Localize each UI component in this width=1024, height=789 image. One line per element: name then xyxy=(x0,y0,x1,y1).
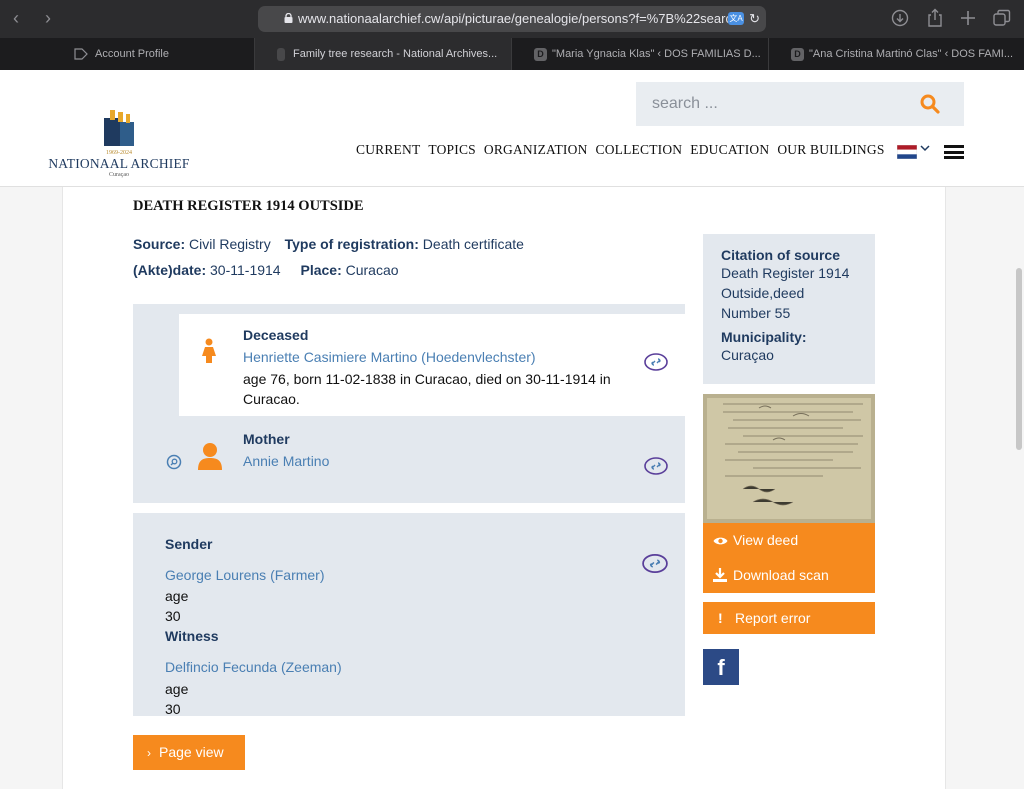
deed-scan-thumbnail[interactable] xyxy=(703,394,875,523)
page-view-label: Page view xyxy=(159,744,224,760)
dos-familias-favicon-icon: D xyxy=(791,48,804,61)
tab-overview-icon[interactable] xyxy=(993,9,1011,27)
logo-name: NATIONAAL ARCHIEF xyxy=(48,156,190,171)
deceased-detail: age 76, born 11-02-1838 in Curacao, died… xyxy=(243,371,611,387)
site-header: 1969-2024 NATIONAAL ARCHIEF Curaçao CURR… xyxy=(0,70,1024,187)
new-tab-icon[interactable] xyxy=(960,10,976,26)
citation-line-2: Outside,deed xyxy=(721,285,805,301)
nav-topics[interactable]: TOPICS xyxy=(428,142,475,158)
dos-familias-favicon-icon: D xyxy=(534,48,547,61)
site-favicon-icon xyxy=(277,48,285,61)
source-label: Source: xyxy=(133,236,186,252)
exclamation-icon: ! xyxy=(718,610,723,626)
nav-collection[interactable]: COLLECTION xyxy=(596,142,683,158)
person-silhouette-icon xyxy=(198,443,222,470)
place-value: Curacao xyxy=(345,262,399,278)
type-label: Type of registration: xyxy=(284,236,419,252)
browser-toolbar: ‹ › www.nationaalarchief.cw/api/picturae… xyxy=(0,0,1024,38)
tab-title: "Ana Cristina Martinó Clas" ‹ DOS FAMI..… xyxy=(809,48,1014,60)
url-text: www.nationaalarchief.cw/api/picturae/gen… xyxy=(298,11,732,26)
tab-bar: Account Profile Family tree research - N… xyxy=(0,38,1024,70)
archive-logo-icon xyxy=(104,110,134,146)
forward-icon[interactable]: › xyxy=(45,9,51,27)
facebook-share-icon[interactable]: f xyxy=(703,649,739,685)
link-icon[interactable] xyxy=(642,553,668,574)
eye-icon xyxy=(713,537,728,545)
netherlands-flag-icon[interactable] xyxy=(897,145,917,159)
citation-heading: Citation of source xyxy=(721,247,841,263)
tab-title: Account Profile xyxy=(95,48,169,60)
share-icon[interactable] xyxy=(926,8,944,28)
download-scan-button[interactable]: Download scan xyxy=(703,558,875,593)
mother-name-link[interactable]: Annie Martino xyxy=(243,453,329,469)
view-deed-label: View deed xyxy=(733,532,799,548)
municipality-label: Municipality: xyxy=(721,329,807,345)
deceased-name-link[interactable]: Henriette Casimiere Martino (Hoedenvlech… xyxy=(243,349,536,365)
tab-ana-cristina-martino-clas[interactable]: D "Ana Cristina Martinó Clas" ‹ DOS FAMI… xyxy=(769,38,1024,70)
record-meta-source: Source: Civil Registry Type of registrat… xyxy=(133,236,524,252)
citation-line-3: Number 55 xyxy=(721,305,791,321)
register-title: DEATH REGISTER 1914 OUTSIDE xyxy=(133,198,364,214)
menu-icon[interactable] xyxy=(944,145,964,159)
logo-subtitle: Curaçao xyxy=(109,172,129,178)
municipality-value: Curaçao xyxy=(721,347,774,363)
deceased-detail-place: Curacao. xyxy=(243,391,300,407)
nav-education[interactable]: EDUCATION xyxy=(690,142,769,158)
download-arrow-icon xyxy=(713,568,727,582)
download-icon[interactable] xyxy=(891,9,909,27)
search-person-icon[interactable] xyxy=(166,454,182,470)
page-scrollbar[interactable] xyxy=(1016,268,1022,450)
report-error-button[interactable]: ! Report error xyxy=(703,602,875,634)
chevron-down-icon[interactable] xyxy=(920,144,930,152)
report-error-label: Report error xyxy=(735,610,811,626)
tab-title: "Maria Ygnacia Klas" ‹ DOS FAMILIAS D... xyxy=(552,48,761,60)
citation-box: Citation of source Death Register 1914 O… xyxy=(703,234,875,384)
witness-panel xyxy=(133,513,685,716)
record-meta-date: (Akte)date: 30-11-1914 Place: Curacao xyxy=(133,262,399,278)
source-value: Civil Registry xyxy=(189,236,271,252)
sender-age: age 30 xyxy=(165,588,189,624)
citation-line-1: Death Register 1914 xyxy=(721,265,850,281)
main-navigation: CURRENT TOPICS ORGANIZATION COLLECTION E… xyxy=(356,142,893,158)
sender-name-link[interactable]: George Lourens (Farmer) xyxy=(165,567,325,583)
nav-current[interactable]: CURRENT xyxy=(356,142,420,158)
chevron-right-icon: › xyxy=(147,746,151,760)
nav-our-buildings[interactable]: OUR BUILDINGS xyxy=(777,142,884,158)
place-label: Place: xyxy=(300,262,342,278)
search-icon[interactable] xyxy=(920,94,940,114)
nav-organization[interactable]: ORGANIZATION xyxy=(484,142,588,158)
tab-maria-ygnacia-klas[interactable]: D "Maria Ygnacia Klas" ‹ DOS FAMILIAS D.… xyxy=(512,38,769,70)
reload-icon[interactable]: ↻ xyxy=(749,6,760,32)
search-box xyxy=(636,82,964,126)
witness-name-link[interactable]: Delfincio Fecunda (Zeeman) xyxy=(165,659,342,675)
link-icon[interactable] xyxy=(644,353,668,371)
back-icon[interactable]: ‹ xyxy=(13,9,19,27)
tab-title: Family tree research - National Archives… xyxy=(293,48,498,60)
witness-age: age 30 xyxy=(165,681,189,717)
date-label: (Akte)date: xyxy=(133,262,207,278)
mother-role: Mother xyxy=(243,431,290,447)
tab-family-tree-research[interactable]: Family tree research - National Archives… xyxy=(255,38,512,70)
search-input[interactable] xyxy=(636,82,906,126)
female-person-icon xyxy=(202,338,216,363)
sender-role: Sender xyxy=(165,536,213,552)
translate-icon[interactable]: 文A xyxy=(728,12,744,25)
deceased-role: Deceased xyxy=(243,327,309,343)
address-bar[interactable]: www.nationaalarchief.cw/api/picturae/gen… xyxy=(258,6,766,32)
link-icon[interactable] xyxy=(644,457,668,475)
download-scan-label: Download scan xyxy=(733,567,829,583)
page-icon xyxy=(74,48,88,60)
view-deed-button[interactable]: View deed xyxy=(703,523,875,558)
type-value: Death certificate xyxy=(422,236,524,252)
witness-role: Witness xyxy=(165,628,219,644)
page-view-button[interactable]: › Page view xyxy=(133,735,245,770)
lock-icon xyxy=(284,13,293,23)
site-logo[interactable]: 1969-2024 NATIONAAL ARCHIEF Curaçao xyxy=(46,106,192,178)
date-value: 30-11-1914 xyxy=(210,262,281,278)
tab-account-profile[interactable]: Account Profile xyxy=(0,38,255,70)
